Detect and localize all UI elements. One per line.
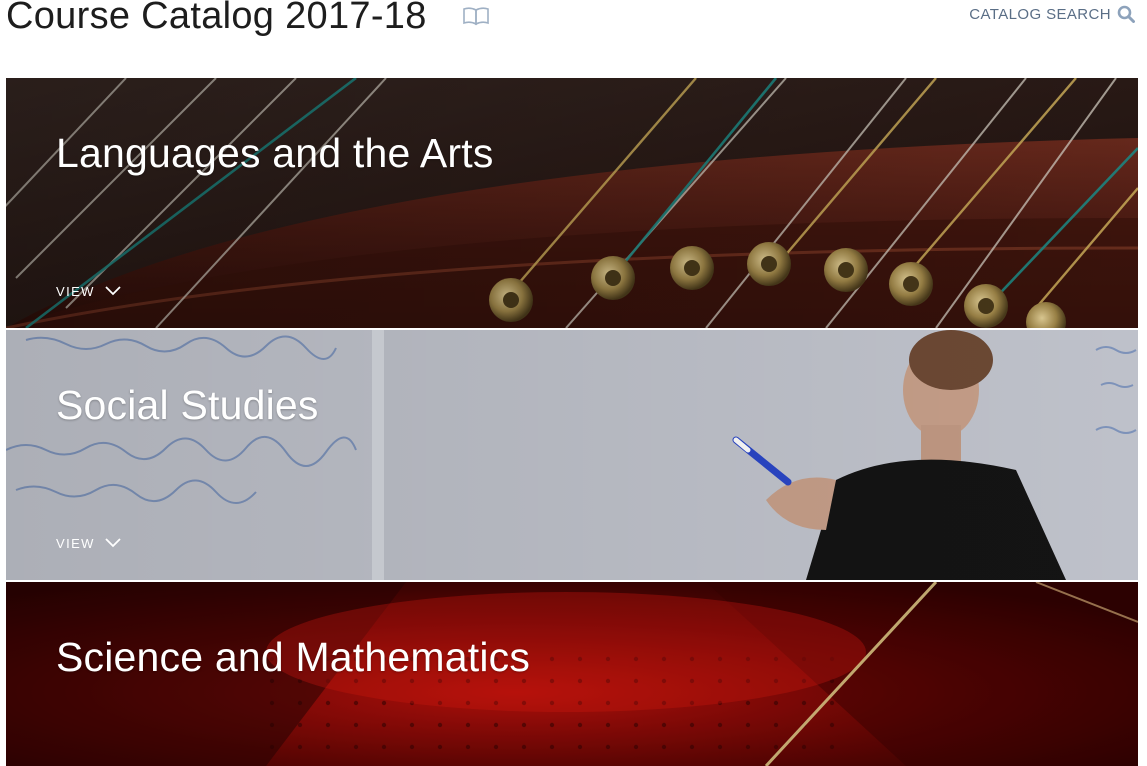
chevron-down-icon: [105, 284, 121, 299]
panel-languages-and-arts[interactable]: Languages and the Arts VIEW: [6, 78, 1138, 328]
page-header: Course Catalog 2017-18 CATALOG SEARCH: [0, 0, 1147, 78]
view-label: VIEW: [56, 284, 95, 299]
panel-overlay: [6, 78, 1138, 328]
panel-science-and-mathematics[interactable]: Science and Mathematics: [6, 582, 1138, 766]
catalog-search-link[interactable]: CATALOG SEARCH: [969, 4, 1135, 24]
view-toggle[interactable]: VIEW: [56, 284, 121, 299]
category-panels: Languages and the Arts VIEW Social Studi…: [6, 78, 1138, 766]
panel-overlay: [6, 330, 1138, 580]
view-label: VIEW: [56, 536, 95, 551]
view-toggle[interactable]: VIEW: [56, 536, 121, 551]
page-title: Course Catalog 2017-18: [6, 0, 427, 37]
panel-title: Science and Mathematics: [56, 634, 531, 680]
catalog-search-label: CATALOG SEARCH: [969, 5, 1111, 23]
panel-title: Languages and the Arts: [56, 130, 494, 176]
search-icon: [1117, 5, 1135, 23]
open-book-icon[interactable]: [462, 6, 490, 26]
panel-title: Social Studies: [56, 382, 319, 428]
chevron-down-icon: [105, 536, 121, 551]
panel-social-studies[interactable]: Social Studies VIEW: [6, 330, 1138, 580]
